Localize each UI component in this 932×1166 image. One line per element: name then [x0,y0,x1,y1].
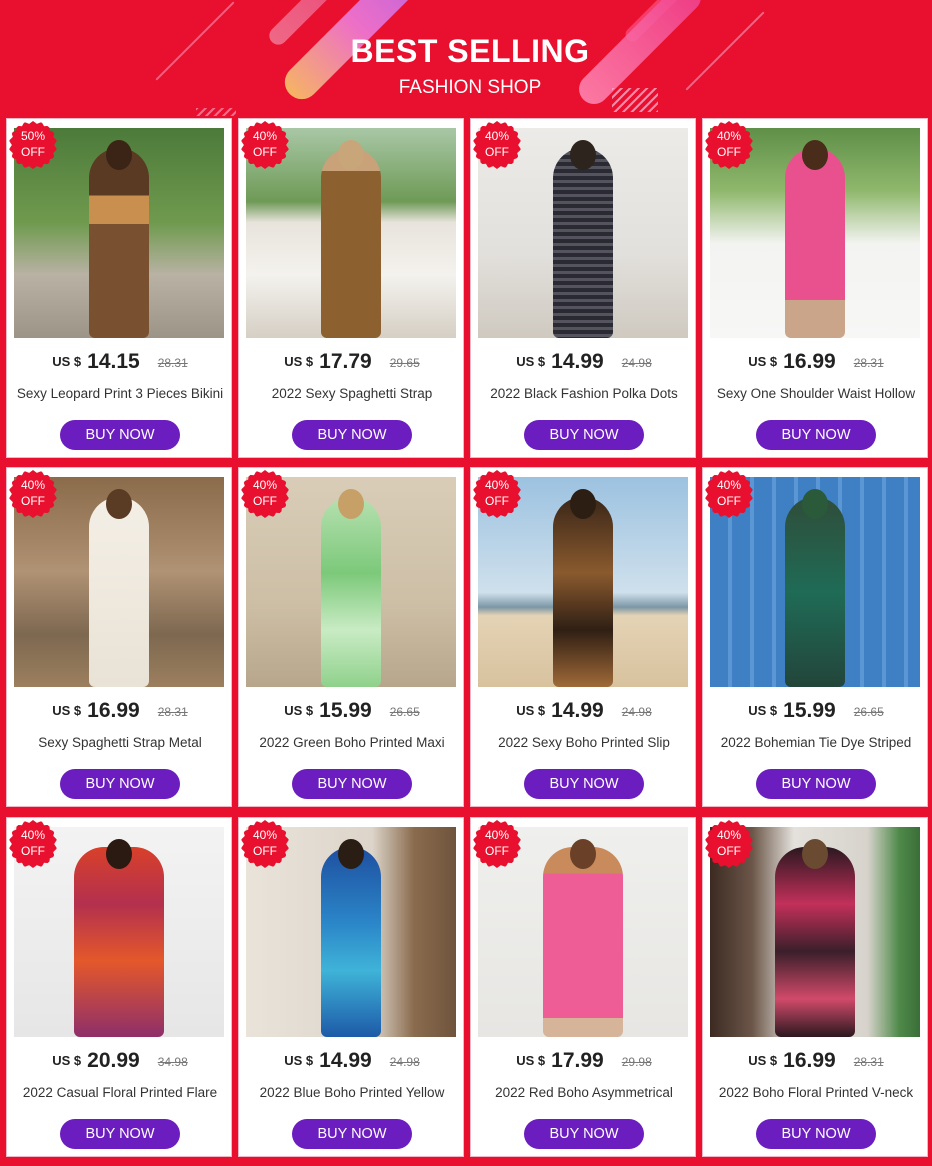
currency-label: US $ [516,1053,546,1068]
currency-label: US $ [284,354,314,369]
buy-now-button[interactable]: BUY NOW [524,420,644,450]
product-name[interactable]: Sexy One Shoulder Waist Hollow [703,386,929,401]
currency-label: US $ [52,1053,82,1068]
product-name[interactable]: 2022 Blue Boho Printed Yellow [239,1085,465,1100]
product-name[interactable]: Sexy Leopard Print 3 Pieces Bikini [7,386,233,401]
buy-now-button[interactable]: BUY NOW [60,420,180,450]
buy-now-button[interactable]: BUY NOW [60,1119,180,1149]
sale-price: 17.99 [551,1049,604,1072]
product-card[interactable]: 40% OFF US $14.99 24.98 2022 Blue Boho Pri… [238,817,464,1157]
product-name[interactable]: Sexy Spaghetti Strap Metal [7,735,233,750]
currency-label: US $ [748,1053,778,1068]
buy-now-button[interactable]: BUY NOW [60,769,180,799]
product-name[interactable]: 2022 Sexy Spaghetti Strap [239,386,465,401]
original-price: 24.98 [621,705,652,719]
buy-now-button[interactable]: BUY NOW [292,1119,412,1149]
currency-label: US $ [516,703,546,718]
currency-label: US $ [284,1053,314,1068]
sale-price: 16.99 [783,1049,836,1072]
currency-label: US $ [284,703,314,718]
sale-price: 14.99 [551,699,604,722]
product-card[interactable]: 40% OFF US $16.99 28.31 Sexy Spaghetti Str… [6,467,232,807]
product-name[interactable]: 2022 Bohemian Tie Dye Striped [703,735,929,750]
product-card[interactable]: 40% OFF US $15.99 26.65 2022 Bohemian Tie … [702,467,928,807]
price-row: US $ 14.99 24.98 [471,699,697,723]
product-name[interactable]: 2022 Boho Floral Printed V-neck [703,1085,929,1100]
product-name[interactable]: 2022 Sexy Boho Printed Slip [471,735,697,750]
product-card[interactable]: 40% OFF US $14.99 24.98 2022 Sexy Boho Pri… [470,467,696,807]
currency-label: US $ [748,703,778,718]
product-card[interactable]: 40% OFF US $14.99 24.98 2022 Black Fashion… [470,118,696,458]
price-row: US $ 16.99 28.31 [703,1049,929,1073]
price-row: US $ 15.99 26.65 [239,699,465,723]
sale-price: 14.15 [87,350,140,373]
sale-price: 14.99 [319,1049,372,1072]
product-card[interactable]: 40% OFF US $17.99 29.98 2022 Red Boho Asym… [470,817,696,1157]
product-name[interactable]: 2022 Black Fashion Polka Dots [471,386,697,401]
price-row: US $ 14.15 28.31 [7,350,233,374]
sale-price: 17.79 [319,350,372,373]
product-card[interactable]: 40% OFF US $15.99 26.65 2022 Green Boho Pr… [238,467,464,807]
buy-now-button[interactable]: BUY NOW [292,769,412,799]
currency-label: US $ [52,703,82,718]
original-price: 26.65 [389,705,420,719]
original-price: 26.65 [853,705,884,719]
buy-now-button[interactable]: BUY NOW [756,1119,876,1149]
sale-price: 15.99 [783,699,836,722]
sale-price: 15.99 [319,699,372,722]
price-row: US $ 20.99 34.98 [7,1049,233,1073]
price-row: US $ 15.99 26.65 [703,699,929,723]
original-price: 28.31 [157,356,188,370]
product-card[interactable]: 50% OFF US $14.15 28.31 Sexy Leopard Print… [6,118,232,458]
product-card[interactable]: 40% OFF US $20.99 34.98 2022 Casual Floral… [6,817,232,1157]
price-row: US $ 16.99 28.31 [7,699,233,723]
buy-now-button[interactable]: BUY NOW [524,1119,644,1149]
original-price: 28.31 [853,356,884,370]
buy-now-button[interactable]: BUY NOW [524,769,644,799]
product-card[interactable]: 40% OFF US $16.99 28.31 Sexy One Shoulder … [702,118,928,458]
price-row: US $ 17.99 29.98 [471,1049,697,1073]
buy-now-button[interactable]: BUY NOW [756,420,876,450]
product-grid: 50% OFF US $14.15 28.31 Sexy Leopard Print… [0,0,932,1166]
sale-price: 16.99 [783,350,836,373]
original-price: 28.31 [853,1055,884,1069]
buy-now-button[interactable]: BUY NOW [292,420,412,450]
product-name[interactable]: 2022 Green Boho Printed Maxi [239,735,465,750]
original-price: 29.65 [389,356,420,370]
product-name[interactable]: 2022 Casual Floral Printed Flare [7,1085,233,1100]
sale-price: 20.99 [87,1049,140,1072]
original-price: 29.98 [621,1055,652,1069]
original-price: 24.98 [389,1055,420,1069]
original-price: 34.98 [157,1055,188,1069]
currency-label: US $ [52,354,82,369]
product-card[interactable]: 40% OFF US $16.99 28.31 2022 Boho Floral P… [702,817,928,1157]
price-row: US $ 16.99 28.31 [703,350,929,374]
original-price: 24.98 [621,356,652,370]
price-row: US $ 17.79 29.65 [239,350,465,374]
currency-label: US $ [516,354,546,369]
buy-now-button[interactable]: BUY NOW [756,769,876,799]
product-card[interactable]: 40% OFF US $17.79 29.65 2022 Sexy Spaghett… [238,118,464,458]
currency-label: US $ [748,354,778,369]
price-row: US $ 14.99 24.98 [239,1049,465,1073]
sale-price: 14.99 [551,350,604,373]
sale-price: 16.99 [87,699,140,722]
product-name[interactable]: 2022 Red Boho Asymmetrical [471,1085,697,1100]
price-row: US $ 14.99 24.98 [471,350,697,374]
original-price: 28.31 [157,705,188,719]
